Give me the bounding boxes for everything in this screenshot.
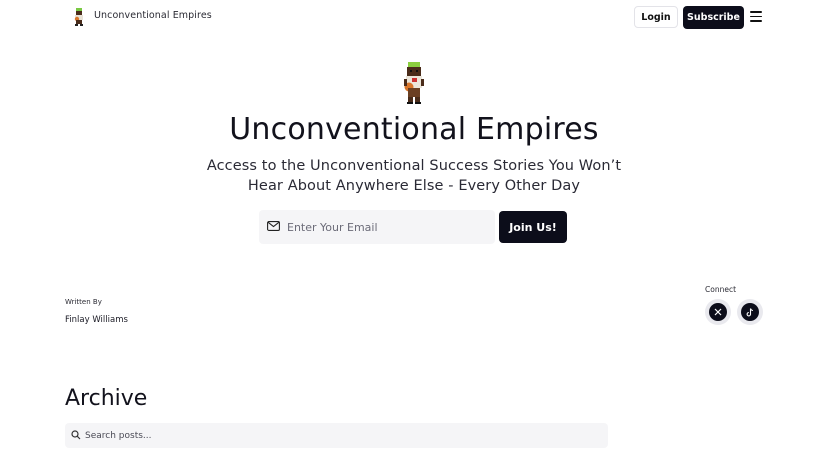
search-container [65,423,608,448]
join-us-button[interactable]: Join Us! [499,211,567,243]
brand-name[interactable]: Unconventional Empires [94,10,212,21]
x-icon [714,308,722,316]
x-social-button[interactable] [705,299,731,325]
email-field-container [259,210,495,244]
brand-logo-icon[interactable] [72,8,86,26]
written-by-label: Written By [65,298,102,306]
hero-title: Unconventional Empires [229,112,599,147]
author-name[interactable]: Finlay Williams [65,315,128,325]
archive-title: Archive [65,386,148,411]
email-field[interactable] [287,210,487,244]
hero-subtitle: Access to the Unconventional Success Sto… [206,158,622,194]
mail-icon [267,221,280,231]
connect-label: Connect [705,285,737,294]
tiktok-icon [746,307,754,316]
top-navbar: Unconventional Empires Login Subscribe [0,0,828,34]
hero-logo-icon [404,62,424,104]
hamburger-menu-icon[interactable] [750,11,762,22]
tiktok-social-button[interactable] [737,299,763,325]
login-button[interactable]: Login [634,6,678,28]
search-icon [71,430,81,440]
subscribe-button[interactable]: Subscribe [683,6,744,29]
search-input[interactable] [85,423,585,448]
